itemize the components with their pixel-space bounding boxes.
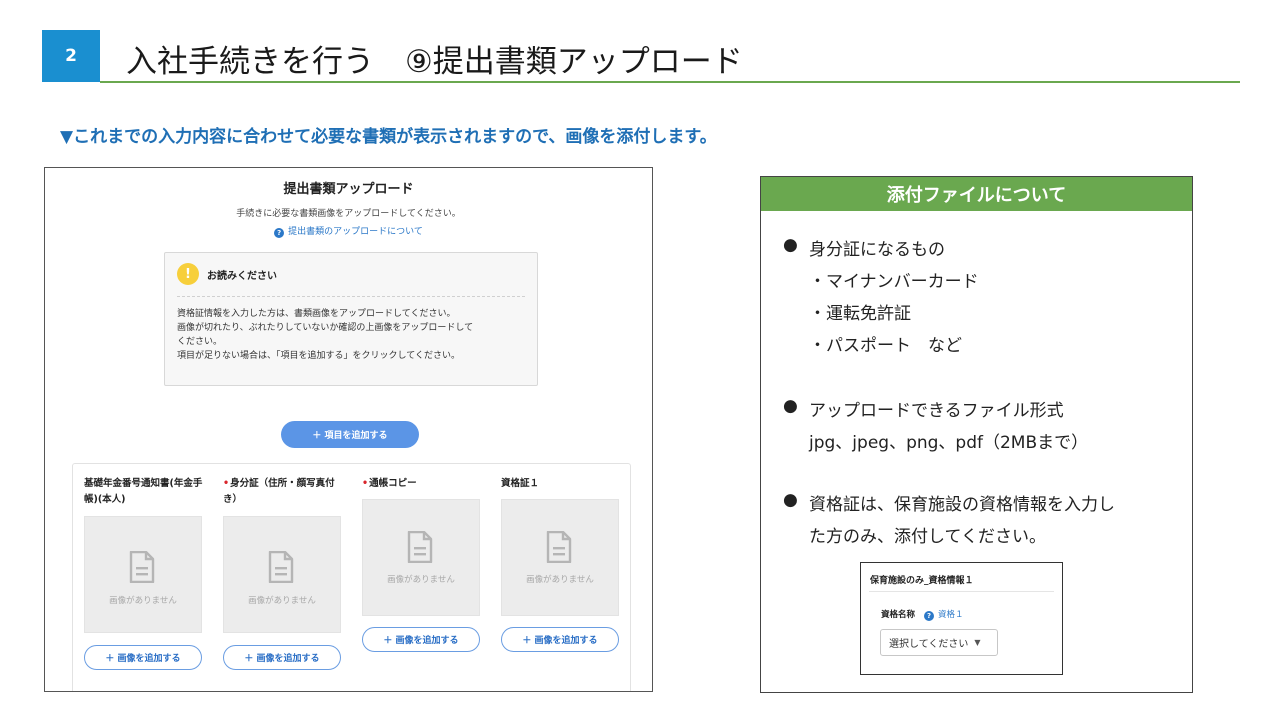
help-link[interactable]: ? 提出書類のアップロードについて (45, 224, 652, 238)
qualification-name-label: 資格名称 ? 資格１ (881, 610, 964, 621)
upload-screen-screenshot: 提出書類アップロード 手続きに必要な書類画像をアップロードしてください。 ? 提出… (44, 167, 653, 692)
page-title: 入社手続きを行う ⑨提出書類アップロード (126, 44, 743, 80)
notice-title: お読みください (207, 270, 277, 282)
add-image-button[interactable]: ＋ 画像を追加する (223, 645, 341, 670)
attachment-info-panel: 添付ファイルについて ● 身分証になるもの ・マイナンバーカード ・運転免許証 … (760, 176, 1193, 693)
notice-line: ください。 (177, 337, 223, 347)
info-line: 身分証になるもの (809, 240, 945, 260)
image-placeholder: 画像がありません (362, 499, 480, 616)
document-label: 資格証１ (501, 478, 540, 489)
no-image-text: 画像がありません (109, 596, 177, 606)
qualification-section-title: 保育施設のみ_資格情報１ (870, 576, 974, 586)
no-image-text: 画像がありません (248, 596, 316, 606)
select-value: 選択してください (889, 639, 969, 650)
image-placeholder: 画像がありません (223, 516, 341, 633)
document-label: 基礎年金番号通知書(年金手帳)(本人) (84, 478, 203, 505)
help-icon: ? (923, 611, 934, 621)
info-line: た方のみ、添付してください。 (809, 527, 1046, 547)
info-line: ・運転免許証 (809, 304, 911, 324)
notice-body: 資格証情報を入力した方は、書類画像をアップロードしてください。 画像が切れたり、… (177, 307, 529, 363)
document-label: •身分証（住所・顔写真付き） (223, 478, 335, 505)
image-placeholder: 画像がありません (501, 499, 619, 616)
document-icon (268, 551, 294, 583)
warning-icon: ! (177, 263, 199, 285)
qualification-link[interactable]: 資格１ (938, 610, 964, 620)
screen-subtitle: 手続きに必要な書類画像をアップロードしてください。 (236, 209, 461, 219)
help-link-label: 提出書類のアップロードについて (288, 227, 423, 237)
add-image-button[interactable]: ＋ 画像を追加する (362, 627, 480, 652)
info-line: 資格証は、保育施設の資格情報を入力し (809, 495, 1115, 515)
notice-line: 資格証情報を入力した方は、書類画像をアップロードしてください。 (177, 309, 456, 319)
add-item-button[interactable]: ＋ 項目を追加する (281, 421, 419, 448)
document-icon (546, 531, 572, 563)
document-label: •通帳コピー (362, 478, 417, 489)
bullet: ● (783, 235, 798, 255)
info-line: ・パスポート など (809, 336, 962, 356)
document-icon (129, 551, 155, 583)
divider (869, 591, 1054, 592)
required-mark: • (362, 478, 369, 489)
info-line: アップロードできるファイル形式 (809, 401, 1064, 421)
no-image-text: 画像がありません (526, 575, 594, 585)
bullet: ● (783, 396, 798, 416)
image-placeholder: 画像がありません (84, 516, 202, 633)
notice-line: 項目が足りない場合は、「項目を追加する」をクリックしてください。 (177, 351, 460, 361)
qualification-example-screenshot: 保育施設のみ_資格情報１ 資格名称 ? 資格１ 選択してください ▼ (860, 562, 1063, 675)
qualification-select[interactable]: 選択してください ▼ (880, 629, 998, 656)
section-number-badge: 2 (42, 30, 100, 82)
bullet: ● (783, 490, 798, 510)
info-line: jpg、jpeg、png、pdf（2MBまで） (809, 433, 1089, 453)
info-line: ・マイナンバーカード (809, 272, 979, 292)
add-image-button[interactable]: ＋ 画像を追加する (84, 645, 202, 670)
document-list: 基礎年金番号通知書(年金手帳)(本人) 画像がありません ＋ 画像を追加する •… (72, 463, 631, 691)
notice-divider (177, 296, 525, 297)
notice-line: 画像が切れたり、ぶれたりしていないか確認の上画像をアップロードして (177, 323, 474, 333)
required-mark: • (223, 478, 230, 489)
document-icon (407, 531, 433, 563)
lead-text: ▼これまでの入力内容に合わせて必要な書類が表示されますので、画像を添付します。 (60, 127, 717, 147)
title-underline (100, 81, 1240, 83)
panel-title: 添付ファイルについて (761, 177, 1192, 211)
notice-box: ! お読みください 資格証情報を入力した方は、書類画像をアップロードしてください… (164, 252, 538, 386)
no-image-text: 画像がありません (387, 575, 455, 585)
caret-down-icon: ▼ (974, 638, 981, 647)
add-image-button[interactable]: ＋ 画像を追加する (501, 627, 619, 652)
help-icon: ? (274, 228, 285, 238)
screen-title: 提出書類アップロード (283, 182, 414, 197)
